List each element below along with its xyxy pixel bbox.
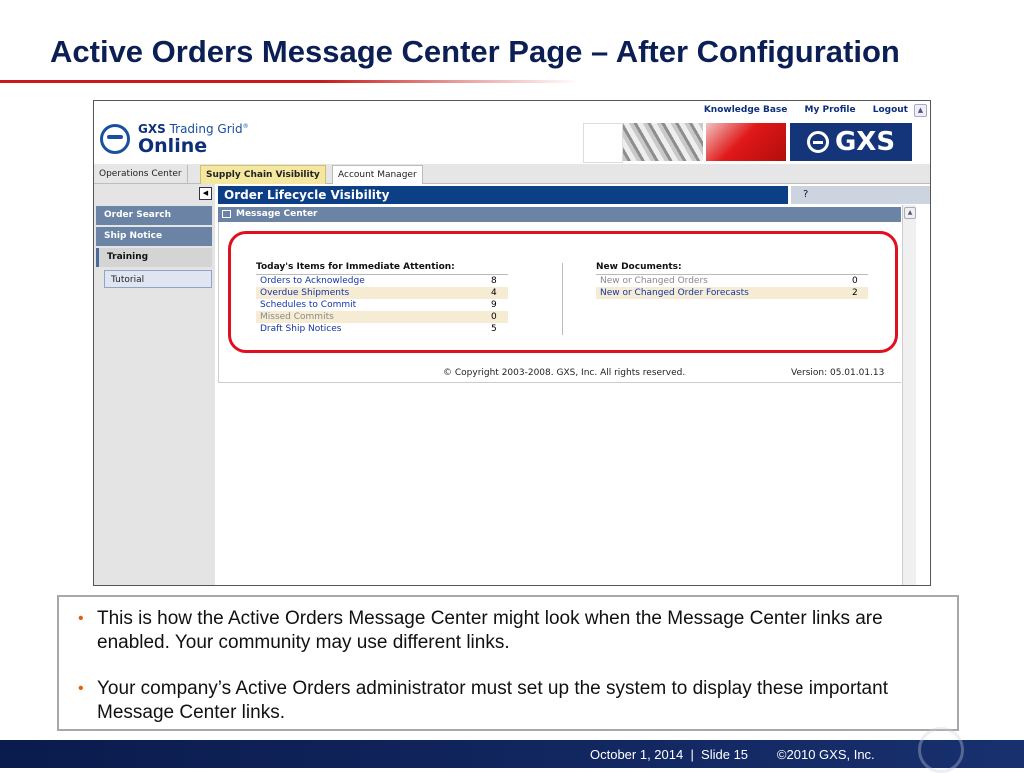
gxs-trading-grid-logo: GXS Trading Grid® Online <box>100 121 250 161</box>
app-screenshot: Knowledge Base My Profile Logout ▲ GXS T… <box>93 100 931 586</box>
highlight-outline <box>228 231 898 353</box>
banner-metal-image <box>623 123 703 161</box>
logo-ring-icon <box>100 124 130 154</box>
copyright-text: © Copyright 2003-2008. GXS, Inc. All rig… <box>443 368 686 378</box>
panel-collapse-icon[interactable] <box>222 210 231 218</box>
scroll-up-icon[interactable]: ▲ <box>904 207 916 219</box>
my-profile-link[interactable]: My Profile <box>805 105 856 115</box>
sidebar: ◀ Order Search Ship Notice Training Tuto… <box>94 184 215 585</box>
logo-line2: Online <box>138 135 208 157</box>
knowledge-base-link[interactable]: Knowledge Base <box>704 105 788 115</box>
slide-footer: October 1, 2014 | Slide 15 ©2010 GXS, In… <box>0 740 1024 768</box>
bullet-item: • Your company’s Active Orders administra… <box>78 678 888 723</box>
gxs-ring-icon <box>806 131 829 153</box>
version-text: Version: 05.01.01.13 <box>791 368 885 378</box>
tab-supply-chain-visibility[interactable]: Supply Chain Visibility <box>200 165 326 184</box>
collapse-sidebar-icon[interactable]: ◀ <box>199 187 212 200</box>
section-title: Order Lifecycle Visibility <box>218 186 788 204</box>
logo-line1: GXS Trading Grid® <box>138 122 249 136</box>
banner-shopping-bag-image <box>706 123 786 161</box>
window-scroll-up-icon[interactable]: ▲ <box>914 104 927 117</box>
main-tabs: Operations Center Supply Chain Visibilit… <box>94 164 930 184</box>
sidebar-item-training[interactable]: Training <box>96 248 212 267</box>
title-underline <box>0 80 580 83</box>
banner-blank-image <box>583 123 623 163</box>
sidebar-item-order-search[interactable]: Order Search <box>96 206 212 225</box>
bullet-item: • This is how the Active Orders Message C… <box>78 608 883 653</box>
sidebar-item-ship-notice[interactable]: Ship Notice <box>96 227 212 246</box>
panel-scrollbar[interactable]: ▲ <box>902 205 916 585</box>
panel-title: Message Center <box>236 209 318 219</box>
top-links: Knowledge Base My Profile Logout <box>690 105 908 115</box>
sidebar-item-tutorial[interactable]: Tutorial <box>104 270 212 288</box>
footer-text: October 1, 2014 | Slide 15 ©2010 GXS, In… <box>590 747 875 762</box>
message-center-header[interactable]: Message Center <box>218 207 901 222</box>
bullet-dot-icon: • <box>78 680 84 697</box>
slide-title: Active Orders Message Center Page – Afte… <box>50 34 900 69</box>
tab-operations-center[interactable]: Operations Center <box>94 165 188 183</box>
content-divider <box>218 382 901 383</box>
gxs-brand-logo: GXS <box>790 123 912 161</box>
bullet-dot-icon: • <box>78 610 84 627</box>
watermark-logo-icon <box>918 727 964 773</box>
tab-account-manager[interactable]: Account Manager <box>332 165 423 184</box>
notes-box: • This is how the Active Orders Message C… <box>57 595 959 731</box>
logout-link[interactable]: Logout <box>873 105 908 115</box>
help-icon[interactable]: ? <box>791 186 930 204</box>
